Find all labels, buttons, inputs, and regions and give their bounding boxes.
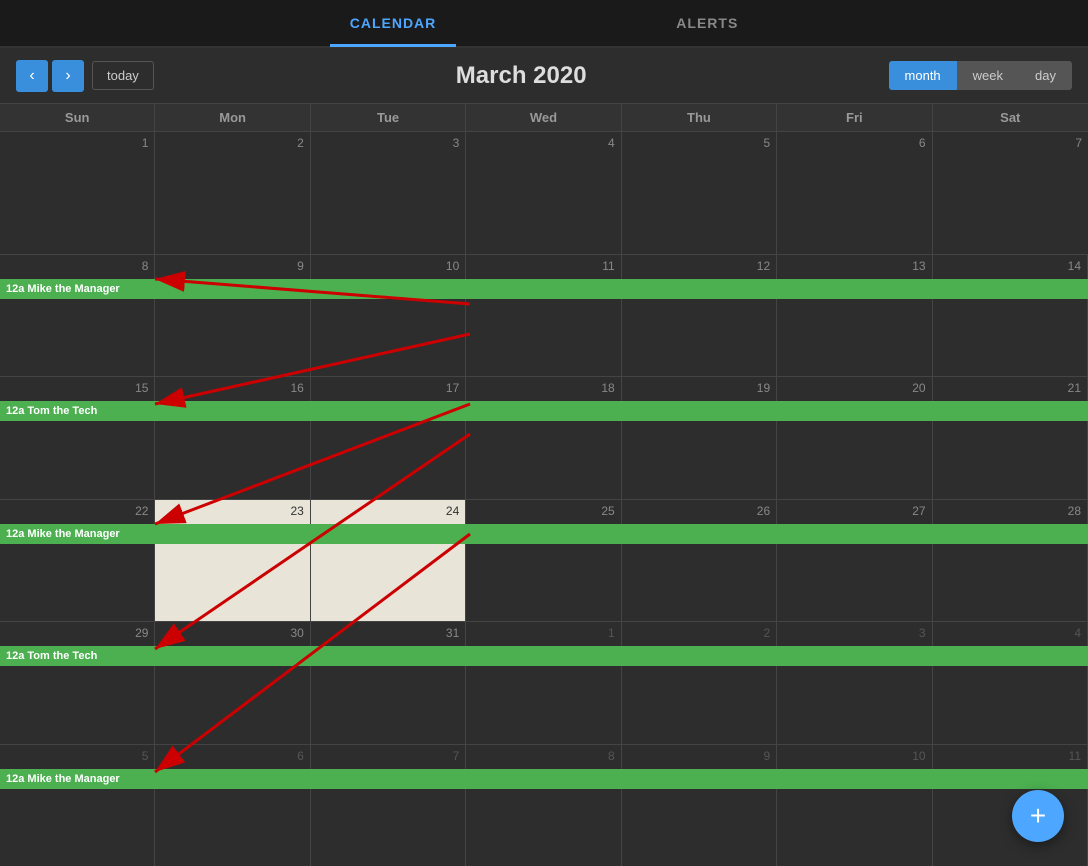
day-cell[interactable]: 25	[466, 500, 621, 622]
add-event-fab[interactable]: +	[1012, 790, 1064, 842]
day-cell[interactable]: 16	[155, 377, 310, 499]
day-headers: Sun Mon Tue Wed Thu Fri Sat	[0, 104, 1088, 132]
day-cell-other[interactable]: 10	[777, 745, 932, 866]
view-buttons: month week day	[889, 61, 1072, 90]
day-cell-today-2[interactable]: 24	[311, 500, 466, 622]
day-cell-other[interactable]: 7	[311, 745, 466, 866]
day-cell[interactable]: 7	[933, 132, 1088, 254]
calendar-grid: Sun Mon Tue Wed Thu Fri Sat 1 2 3 4 5 6 …	[0, 104, 1088, 866]
day-cell[interactable]: 6	[777, 132, 932, 254]
day-cell[interactable]: 12	[622, 255, 777, 377]
calendar-title: March 2020	[154, 62, 889, 90]
week-row-2: 8 9 10 11 12 13 14 12a Mike the Manager	[0, 255, 1088, 378]
header-fri: Fri	[777, 104, 932, 131]
week-row-4: 22 23 24 25 26 27 28 12a Mike the Manage…	[0, 500, 1088, 623]
header-sun: Sun	[0, 104, 155, 131]
calendar-header: ‹ › today March 2020 month week day	[0, 48, 1088, 104]
header-wed: Wed	[466, 104, 621, 131]
day-cell-other[interactable]: 3	[777, 622, 932, 744]
day-cell[interactable]: 14	[933, 255, 1088, 377]
header-tue: Tue	[311, 104, 466, 131]
day-cell[interactable]: 20	[777, 377, 932, 499]
week-row-3: 15 16 17 18 19 20 21 12a Tom the Tech	[0, 377, 1088, 500]
week-view-button[interactable]: week	[957, 61, 1019, 90]
tab-calendar[interactable]: CALENDAR	[330, 1, 457, 45]
day-cell[interactable]: 9	[155, 255, 310, 377]
event-mike-manager-w6[interactable]: 12a Mike the Manager	[0, 769, 1088, 789]
day-cell[interactable]: 29	[0, 622, 155, 744]
day-cell[interactable]: 26	[622, 500, 777, 622]
day-cell[interactable]: 15	[0, 377, 155, 499]
header-sat: Sat	[933, 104, 1088, 131]
day-cell-other[interactable]: 2	[622, 622, 777, 744]
day-cell-today[interactable]: 23	[155, 500, 310, 622]
header-thu: Thu	[622, 104, 777, 131]
tab-alerts[interactable]: ALERTS	[656, 1, 758, 45]
day-cell[interactable]: 11	[466, 255, 621, 377]
day-cell-other[interactable]: 4	[933, 622, 1088, 744]
day-cell[interactable]: 18	[466, 377, 621, 499]
event-tom-tech-w5[interactable]: 12a Tom the Tech	[0, 646, 1088, 666]
day-cell[interactable]: 3	[311, 132, 466, 254]
day-cell[interactable]: 10	[311, 255, 466, 377]
day-cell[interactable]: 21	[933, 377, 1088, 499]
event-mike-manager-w2[interactable]: 12a Mike the Manager	[0, 279, 1088, 299]
week-row-1: 1 2 3 4 5 6 7	[0, 132, 1088, 255]
event-tom-tech-w3[interactable]: 12a Tom the Tech	[0, 401, 1088, 421]
day-cell[interactable]: 5	[622, 132, 777, 254]
next-button[interactable]: ›	[52, 60, 84, 92]
day-cell[interactable]: 31	[311, 622, 466, 744]
prev-button[interactable]: ‹	[16, 60, 48, 92]
day-cell-other[interactable]: 5	[0, 745, 155, 866]
day-cell[interactable]: 8	[0, 255, 155, 377]
week-row-5: 29 30 31 1 2 3 4 12a Tom the Tech	[0, 622, 1088, 745]
day-cell-other[interactable]: 6	[155, 745, 310, 866]
day-cell[interactable]: 2	[155, 132, 310, 254]
day-cell[interactable]: 22	[0, 500, 155, 622]
day-cell-other[interactable]: 8	[466, 745, 621, 866]
day-cell[interactable]: 4	[466, 132, 621, 254]
week-row-6: 5 6 7 8 9 10 11 12a Mike the Manager	[0, 745, 1088, 866]
day-cell[interactable]: 1	[0, 132, 155, 254]
header-mon: Mon	[155, 104, 310, 131]
day-cell[interactable]: 28	[933, 500, 1088, 622]
today-button[interactable]: today	[92, 61, 154, 90]
day-cell[interactable]: 19	[622, 377, 777, 499]
day-cell-other[interactable]: 11	[933, 745, 1088, 866]
day-cell[interactable]: 30	[155, 622, 310, 744]
day-cell-other[interactable]: 9	[622, 745, 777, 866]
event-mike-manager-w4[interactable]: 12a Mike the Manager	[0, 524, 1088, 544]
day-view-button[interactable]: day	[1019, 61, 1072, 90]
day-cell[interactable]: 17	[311, 377, 466, 499]
weeks-container: 1 2 3 4 5 6 7 8 9 10 11 12 13 14 12a Mik…	[0, 132, 1088, 866]
day-cell[interactable]: 27	[777, 500, 932, 622]
top-navigation: CALENDAR ALERTS	[0, 0, 1088, 48]
day-cell[interactable]: 13	[777, 255, 932, 377]
day-cell-other[interactable]: 1	[466, 622, 621, 744]
month-view-button[interactable]: month	[889, 61, 957, 90]
